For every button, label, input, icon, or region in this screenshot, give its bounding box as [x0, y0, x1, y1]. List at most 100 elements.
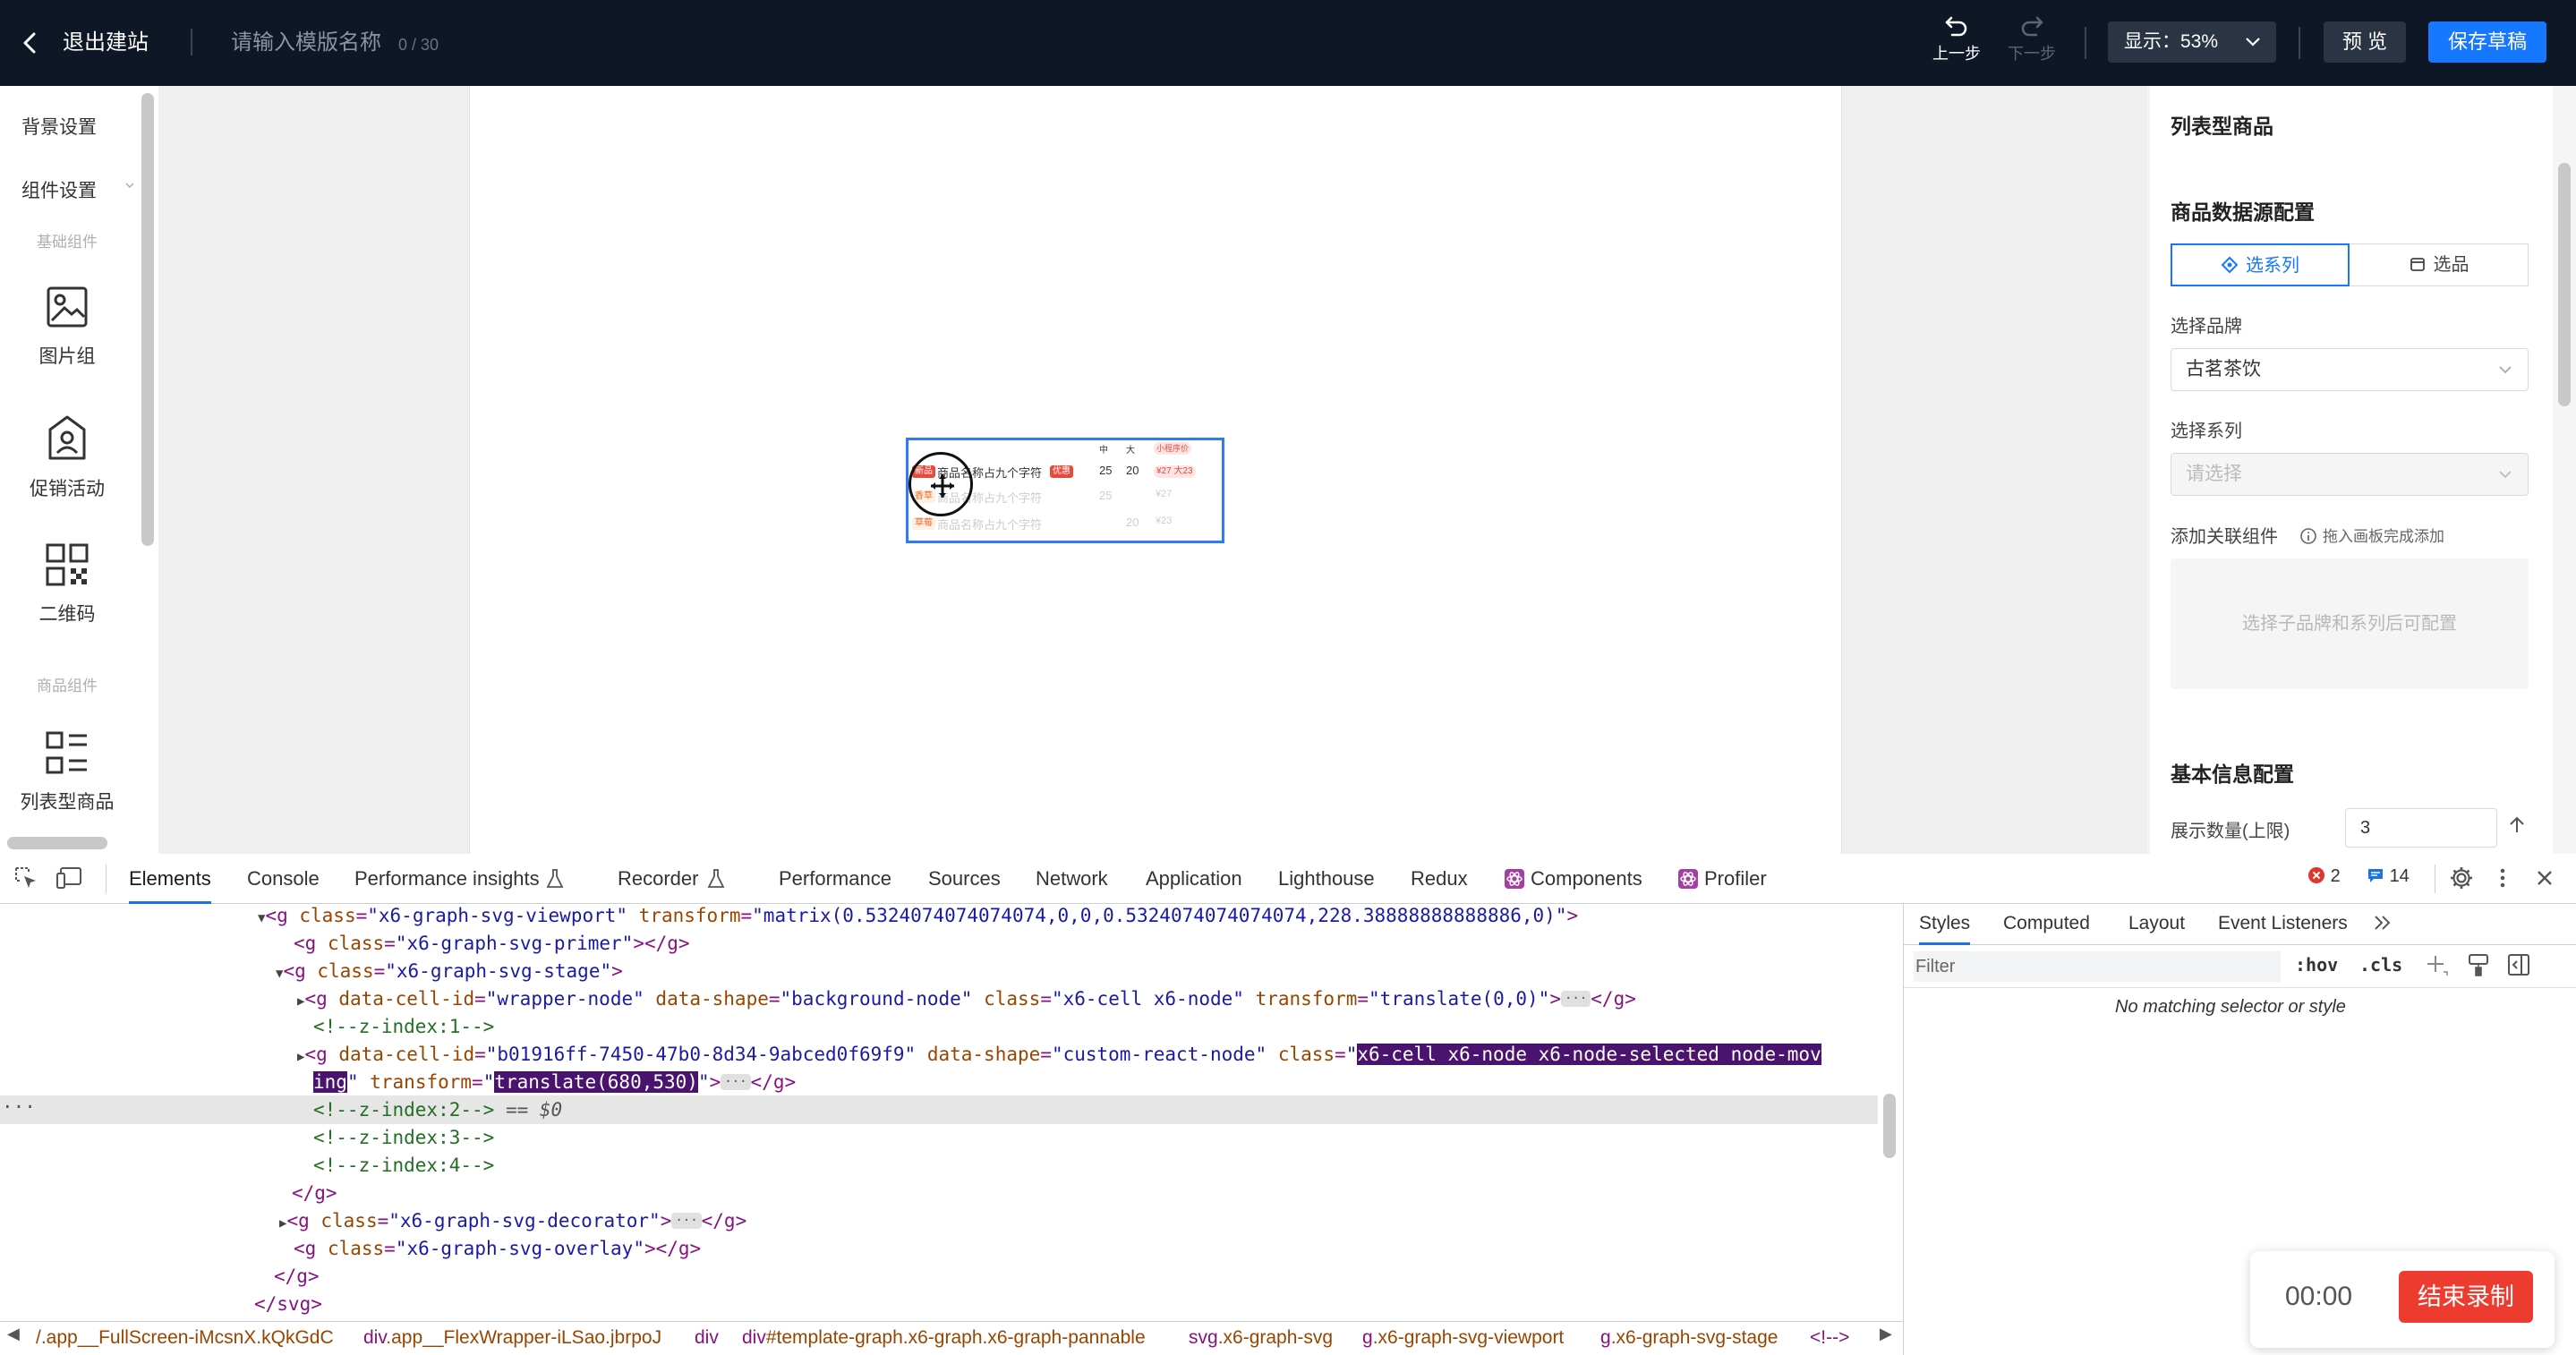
component-image-group[interactable]: 图片组 [0, 285, 134, 369]
tab-elements[interactable]: Elements [129, 854, 211, 904]
tab-redux[interactable]: Redux [1411, 854, 1468, 904]
dom-line-continued[interactable]: ing" transform="translate(680,530)"> ··· <… [313, 1069, 796, 1096]
breadcrumb-item[interactable]: div.app__FlexWrapper-iLSao.jbrpoJ [363, 1325, 661, 1351]
tab-network[interactable]: Network [1036, 854, 1108, 904]
series-label: 选择系列 [2171, 422, 2242, 441]
tab-event-listeners[interactable]: Event Listeners [2218, 904, 2348, 945]
row-promo: ¥23 [1156, 516, 1173, 526]
add-rule-icon[interactable] [2424, 952, 2449, 982]
component-promotion[interactable]: 促销活动 [0, 413, 134, 501]
breadcrumb-item[interactable]: div [695, 1325, 719, 1351]
tab-performance[interactable]: Performance [779, 854, 891, 904]
paint-icon[interactable] [2467, 952, 2490, 982]
flask-icon [546, 869, 564, 888]
close-devtools-icon[interactable] [2531, 865, 2558, 896]
more-tabs-icon[interactable] [2372, 904, 2393, 945]
component-settings-tab[interactable]: 组件设置 [21, 176, 97, 203]
breadcrumb-item[interactable]: g.x6-graph-svg-stage [1600, 1325, 1778, 1351]
breadcrumb-item[interactable]: /.app__FullScreen-iMcsnX.kQkGdC [36, 1325, 334, 1351]
toggle-sidebar-icon[interactable] [2506, 952, 2531, 982]
message-count-badge[interactable]: 14 [2367, 866, 2410, 887]
dom-comment[interactable]: <!--z-index:3--> [313, 1124, 494, 1152]
dom-line[interactable]: ▼<g class="x6-graph-svg-stage"> [276, 958, 623, 988]
redo-button[interactable]: 下一步 [2005, 14, 2059, 72]
row-ellipsis[interactable]: ··· [2, 1094, 36, 1121]
device-toolbar-icon[interactable] [55, 865, 84, 896]
display-count-input[interactable]: 3 [2345, 808, 2497, 848]
dom-comment[interactable]: <!--z-index:1--> [313, 1013, 494, 1041]
dom-line[interactable]: ▼<g class="x6-graph-svg-viewport" transf… [258, 902, 1578, 933]
dom-line[interactable]: <g class="x6-graph-svg-primer"></g> [294, 930, 690, 958]
related-hint: 拖入画板完成添加 [2299, 524, 2444, 546]
increment-arrow-icon[interactable] [2506, 814, 2528, 840]
list-icon [46, 731, 87, 774]
component-list-product[interactable]: 列表型商品 [0, 730, 134, 814]
dom-line[interactable]: </g> [274, 1263, 320, 1291]
elements-scrollbar[interactable] [1883, 1094, 1896, 1158]
preview-button[interactable]: 预 览 [2324, 21, 2406, 63]
tab-components[interactable]: Components [1531, 854, 1642, 904]
row-price-medium: 25 [1099, 464, 1113, 477]
breadcrumb-item[interactable]: g.x6-graph-svg-viewport [1362, 1325, 1564, 1351]
breadcrumb-item[interactable]: svg.x6-graph-svg [1189, 1325, 1333, 1351]
redo-icon [2021, 16, 2043, 37]
template-name-count: 0 / 30 [398, 36, 439, 54]
dom-comment-selected[interactable]: <!--z-index:2--> == $0 [313, 1096, 562, 1124]
breadcrumb-item[interactable]: <!--> [1810, 1325, 1849, 1351]
tab-performance-insights[interactable]: Performance insights [354, 854, 540, 904]
canvas-horizontal-scrollbar[interactable] [7, 837, 107, 849]
background-settings-tab[interactable]: 背景设置 [21, 113, 97, 140]
dom-line[interactable]: </g> [292, 1180, 337, 1207]
tab-application[interactable]: Application [1146, 854, 1242, 904]
dom-line[interactable]: ▶<g class="x6-graph-svg-decorator"> ··· </… [279, 1207, 746, 1238]
dom-line[interactable]: ▶<g data-cell-id="wrapper-node" data-sha… [297, 985, 1636, 1016]
row-price-large: 20 [1126, 464, 1139, 477]
divider [2085, 27, 2086, 59]
tab-sources[interactable]: Sources [928, 854, 1001, 904]
select-product-tab[interactable]: 选品 [2350, 243, 2529, 286]
left-panel-scrollbar[interactable] [141, 93, 154, 546]
component-qrcode[interactable]: 二维码 [0, 542, 134, 626]
tab-profiler[interactable]: Profiler [1704, 854, 1767, 904]
dom-line[interactable]: <g class="x6-graph-svg-overlay"></g> [294, 1235, 701, 1263]
breadcrumb-scroll-right-icon[interactable]: ▶ [1880, 1325, 1892, 1343]
error-count-badge[interactable]: 2 [2307, 866, 2341, 887]
undo-button[interactable]: 上一步 [1930, 14, 1983, 72]
group-basic-label: 基础组件 [37, 234, 98, 251]
zoom-select[interactable]: 显示：53% [2108, 21, 2276, 63]
hover-state-toggle[interactable]: :hov [2295, 954, 2338, 976]
row-badge: 优惠 [1050, 465, 1073, 478]
tab-recorder[interactable]: Recorder [618, 854, 698, 904]
styles-filter-input[interactable]: Filter [1914, 951, 2281, 982]
tab-lighthouse[interactable]: Lighthouse [1278, 854, 1375, 904]
stop-recording-button[interactable]: 结束录制 [2399, 1271, 2533, 1323]
chevron-down-icon [2499, 366, 2512, 374]
breadcrumb-scroll-left-icon[interactable]: ◀ [7, 1325, 20, 1343]
dom-line[interactable]: ▶<g data-cell-id="b01916ff-7450-47b0-8d3… [297, 1041, 1821, 1071]
template-name-input[interactable]: 请输入模版名称 [231, 27, 381, 59]
back-arrow-icon[interactable] [20, 27, 47, 59]
selected-dom-row[interactable] [0, 1095, 1878, 1124]
dom-line[interactable]: </svg> [254, 1291, 322, 1318]
more-options-icon[interactable] [2494, 865, 2512, 896]
node-header-large: 大 [1126, 446, 1135, 456]
settings-gear-icon[interactable] [2448, 865, 2475, 896]
select-series-tab[interactable]: 选系列 [2171, 243, 2350, 286]
undo-label: 上一步 [1932, 45, 1981, 63]
tab-styles[interactable]: Styles [1919, 904, 1971, 945]
inspect-element-icon[interactable] [13, 865, 39, 896]
row-name: 商品名称占九个字符 [937, 518, 1043, 532]
series-select[interactable]: 请选择 [2171, 453, 2529, 496]
tab-layout[interactable]: Layout [2128, 904, 2185, 945]
dom-comment[interactable]: <!--z-index:4--> [313, 1152, 494, 1180]
brand-value: 古茗茶饮 [2186, 359, 2261, 379]
related-drop-area[interactable]: 选择子品牌和系列后可配置 [2171, 558, 2529, 689]
save-draft-button[interactable]: 保存草稿 [2428, 21, 2546, 63]
class-toggle[interactable]: .cls [2359, 954, 2402, 976]
brand-select[interactable]: 古茗茶饮 [2171, 348, 2529, 391]
tab-computed[interactable]: Computed [2003, 904, 2090, 945]
right-panel-scrollbar[interactable] [2558, 163, 2571, 406]
tab-console[interactable]: Console [247, 854, 320, 904]
breadcrumb-item[interactable]: div#template-graph.x6-graph.x6-graph-pan… [742, 1325, 1146, 1351]
exit-site-button[interactable]: 退出建站 [63, 27, 149, 59]
